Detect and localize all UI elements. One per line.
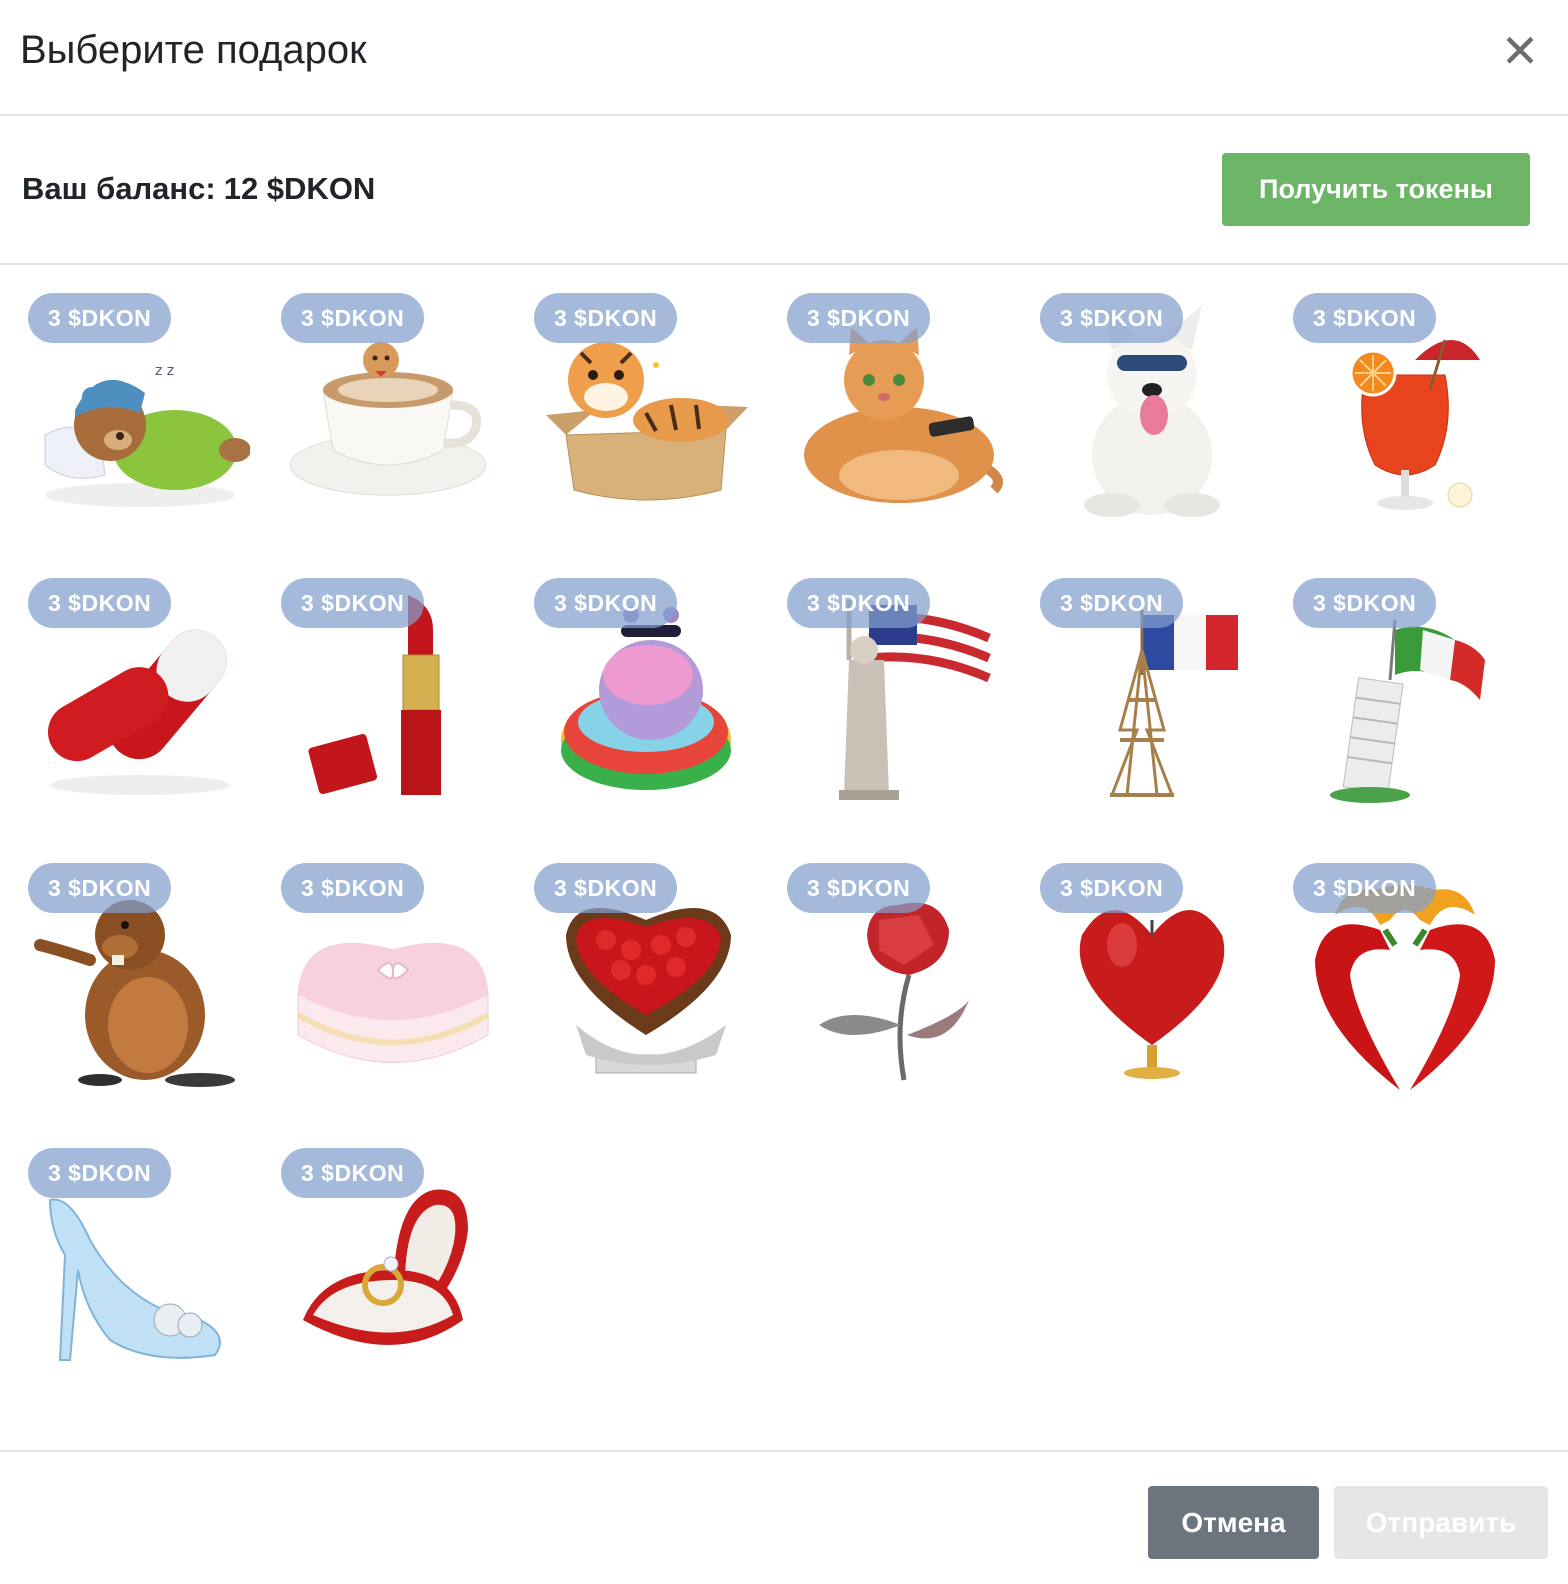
- gift-price-badge: 3 $DKON: [28, 1148, 172, 1198]
- gift-item[interactable]: 3 $DKON: [253, 550, 498, 815]
- balance-row: Ваш баланс: 12 $DKON Получить токены: [0, 116, 1568, 265]
- modal-header: Выберите подарок ✕: [0, 0, 1568, 116]
- close-icon[interactable]: ✕: [1498, 26, 1542, 76]
- cancel-button[interactable]: Отмена: [1148, 1486, 1319, 1559]
- gift-item[interactable]: 3 $DKON: [1012, 550, 1257, 815]
- gift-price-badge: 3 $DKON: [281, 578, 425, 628]
- gift-item[interactable]: 3 $DKON: [253, 835, 498, 1100]
- gift-price-badge: 3 $DKON: [28, 293, 172, 343]
- modal-title: Выберите подарок: [20, 28, 367, 72]
- gift-price-badge: 3 $DKON: [1040, 293, 1184, 343]
- gift-price-badge: 3 $DKON: [1040, 578, 1184, 628]
- gift-modal: Выберите подарок ✕ Ваш баланс: 12 $DKON П…: [0, 0, 1568, 1584]
- gift-price-badge: 3 $DKON: [534, 293, 678, 343]
- get-tokens-button[interactable]: Получить токены: [1222, 153, 1530, 226]
- gift-item[interactable]: 3 $DKON: [1265, 835, 1510, 1100]
- gift-item[interactable]: 3 $DKON: [0, 550, 245, 815]
- gift-item[interactable]: 3 $DKON z z: [0, 265, 250, 530]
- gift-item[interactable]: 3 $DKON: [759, 835, 1004, 1100]
- gift-price-badge: 3 $DKON: [787, 863, 931, 913]
- gift-item[interactable]: 3 $DKON: [759, 265, 1004, 530]
- gift-price-badge: 3 $DKON: [1293, 863, 1437, 913]
- gift-item[interactable]: 3 $DKON: [253, 1120, 498, 1385]
- gift-price-badge: 3 $DKON: [787, 293, 931, 343]
- gift-item[interactable]: 3 $DKON: [759, 550, 1004, 815]
- send-button[interactable]: Отправить: [1334, 1486, 1548, 1559]
- gift-price-badge: 3 $DKON: [281, 1148, 425, 1198]
- gift-item[interactable]: 3 $DKON: [506, 265, 751, 530]
- gift-price-badge: 3 $DKON: [28, 578, 172, 628]
- gift-price-badge: 3 $DKON: [534, 578, 678, 628]
- gift-grid: 3 $DKON z z 3 $DKON 3 $DKON 3 $DKON 3 $D…: [0, 265, 1568, 1450]
- gift-item[interactable]: 3 $DKON: [1012, 835, 1257, 1100]
- gift-item[interactable]: 3 $DKON: [1012, 265, 1257, 530]
- gift-item[interactable]: 3 $DKON: [1265, 265, 1510, 530]
- gift-item[interactable]: 3 $DKON: [0, 835, 245, 1100]
- gift-price-badge: 3 $DKON: [28, 863, 172, 913]
- svg-text:z z: z z: [155, 363, 174, 379]
- gift-price-badge: 3 $DKON: [1293, 578, 1437, 628]
- gift-item[interactable]: 3 $DKON: [506, 550, 751, 815]
- gift-price-badge: 3 $DKON: [281, 293, 425, 343]
- modal-footer: Отмена Отправить: [0, 1450, 1568, 1584]
- gift-item[interactable]: 3 $DKON: [1265, 550, 1510, 815]
- balance-label: Ваш баланс:: [22, 171, 216, 206]
- gift-price-badge: 3 $DKON: [1040, 863, 1184, 913]
- balance-text: Ваш баланс: 12 $DKON: [22, 171, 375, 207]
- gift-price-badge: 3 $DKON: [534, 863, 678, 913]
- gift-price-badge: 3 $DKON: [1293, 293, 1437, 343]
- gift-item[interactable]: 3 $DKON: [0, 1120, 245, 1385]
- gift-item[interactable]: 3 $DKON: [506, 835, 751, 1100]
- gift-item[interactable]: 3 $DKON: [253, 265, 498, 530]
- gift-price-badge: 3 $DKON: [281, 863, 425, 913]
- balance-value: 12 $DKON: [223, 171, 376, 206]
- gift-price-badge: 3 $DKON: [787, 578, 931, 628]
